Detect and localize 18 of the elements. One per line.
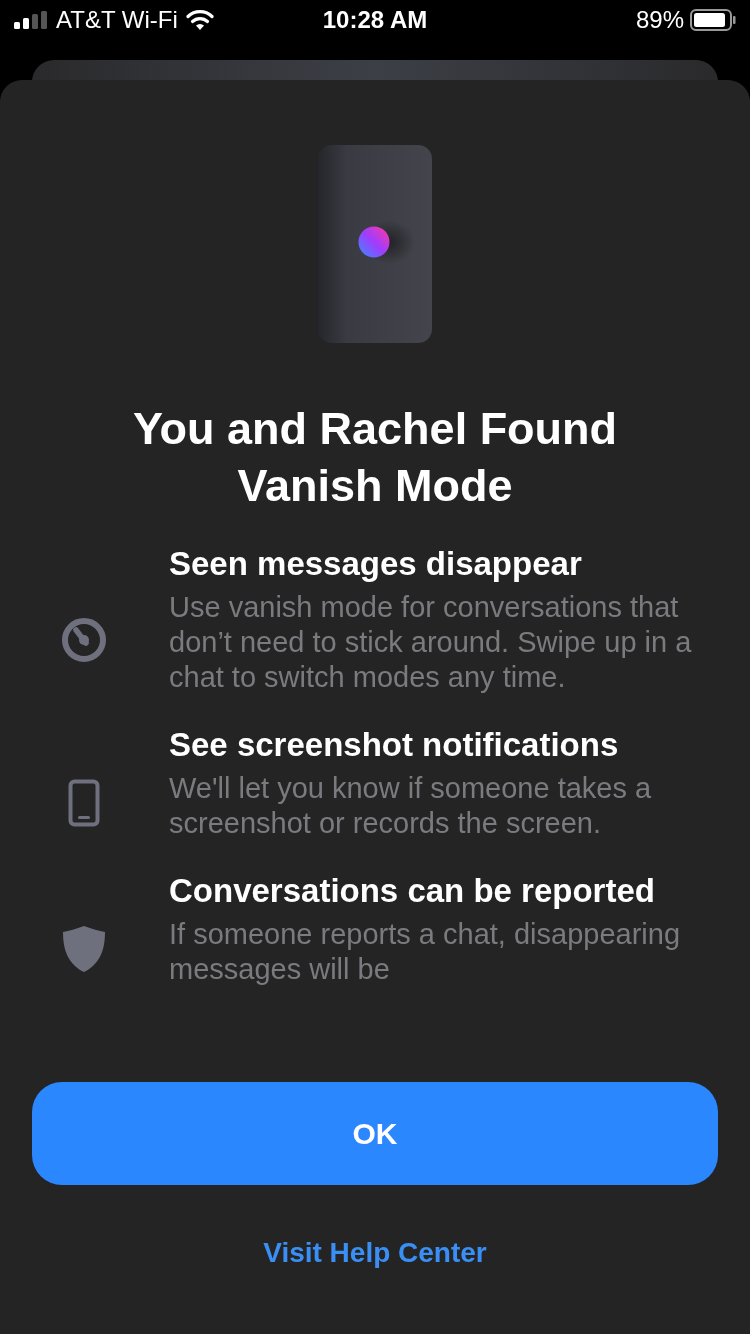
feature-description: We'll let you know if someone takes a screenshot or records the screen. — [169, 771, 653, 841]
ok-button[interactable]: OK — [32, 1082, 718, 1185]
feature-description: If someone reports a chat, disappearing messages will be — [169, 917, 682, 987]
wifi-icon — [185, 9, 214, 31]
timer-icon — [60, 616, 107, 663]
signal-icon — [14, 11, 48, 29]
feature-description: Use vanish mode for conversations that don’t need to stick around. Swipe up in a chat to switch modes any time. — [169, 590, 693, 695]
feature-title: Conversations can be reported — [169, 871, 656, 911]
carrier-name: AT&T Wi-Fi — [56, 5, 178, 35]
help-center-link[interactable]: Visit Help Center — [263, 1232, 487, 1274]
clock-time: 10:28 AM — [322, 5, 428, 35]
feature-title: Seen messages disappear — [169, 544, 583, 584]
feature-title: See screenshot notifications — [169, 725, 620, 765]
sheet-title: You and Rachel Found Vanish Mode — [131, 402, 619, 513]
battery-icon — [690, 9, 736, 31]
battery-percent: 89% — [635, 5, 684, 35]
shield-icon — [61, 925, 106, 973]
phone-icon — [67, 779, 100, 827]
